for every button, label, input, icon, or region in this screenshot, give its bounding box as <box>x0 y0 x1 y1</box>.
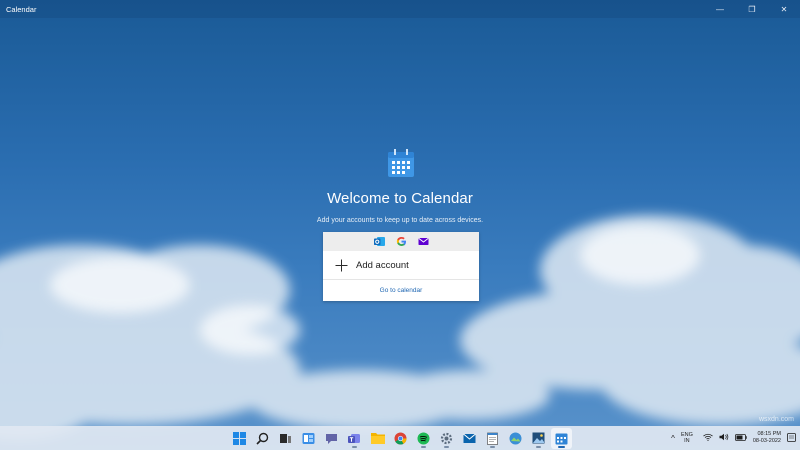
running-indicator <box>352 445 357 448</box>
minimize-button[interactable]: — <box>704 0 736 18</box>
chrome-icon[interactable] <box>390 428 411 449</box>
mail-icon[interactable] <box>459 428 480 449</box>
file-explorer-icon[interactable] <box>367 428 388 449</box>
window-controls: — ❐ ✕ <box>704 0 800 18</box>
taskbar-apps <box>229 426 572 450</box>
volume-icon[interactable] <box>719 433 729 443</box>
windows-start-icon[interactable] <box>229 428 250 449</box>
window-title: Calendar <box>6 4 37 14</box>
calendar-app-icon <box>387 148 415 178</box>
system-tray: ^ ENG IN 08:15 PM 08-03-2022 <box>671 426 800 450</box>
title-bar: Calendar — ❐ ✕ <box>0 0 800 18</box>
task-view-icon[interactable] <box>275 428 296 449</box>
wifi-icon[interactable] <box>703 433 713 443</box>
teams-icon[interactable] <box>344 428 365 449</box>
running-indicator <box>536 445 541 448</box>
close-button[interactable]: ✕ <box>768 0 800 18</box>
notification-icon[interactable] <box>787 432 796 444</box>
yahoo-mail-icon <box>417 236 429 248</box>
widgets-icon[interactable] <box>298 428 319 449</box>
search-icon[interactable] <box>252 428 273 449</box>
add-account-card: Add account Go to calendar <box>323 232 479 301</box>
show-hidden-icons-chevron-icon[interactable]: ^ <box>671 434 675 443</box>
cloud-background <box>0 215 800 440</box>
running-indicator <box>421 445 426 448</box>
chat-icon[interactable] <box>321 428 342 449</box>
clock[interactable]: 08:15 PM 08-03-2022 <box>753 431 781 445</box>
image-viewer-icon[interactable] <box>528 428 549 449</box>
add-account-button[interactable]: Add account <box>323 251 479 280</box>
language-indicator[interactable]: ENG IN <box>681 432 693 444</box>
plus-icon <box>332 259 350 272</box>
welcome-heading: Welcome to Calendar <box>327 190 473 207</box>
watermark: wsxdn.com <box>758 416 794 423</box>
spotify-icon[interactable] <box>413 428 434 449</box>
region-code: IN <box>684 438 690 444</box>
notepad-icon[interactable] <box>482 428 503 449</box>
maximize-button[interactable]: ❐ <box>736 0 768 18</box>
running-indicator <box>490 445 495 448</box>
outlook-icon <box>373 236 385 248</box>
add-account-label: Add account <box>356 259 409 271</box>
settings-icon[interactable] <box>436 428 457 449</box>
clock-time: 08:15 PM <box>757 431 781 437</box>
calendar-icon[interactable] <box>551 427 572 449</box>
running-indicator <box>444 445 449 448</box>
welcome-subtitle: Add your accounts to keep up to date acr… <box>316 217 484 224</box>
provider-icons <box>323 232 479 251</box>
running-indicator <box>558 445 565 448</box>
clock-date: 08-03-2022 <box>752 438 781 444</box>
go-to-calendar-link[interactable]: Go to calendar <box>323 280 479 300</box>
battery-icon[interactable] <box>734 433 747 443</box>
taskbar: ^ ENG IN 08:15 PM 08-03-2022 <box>0 426 800 450</box>
google-icon <box>395 236 407 248</box>
photos-icon[interactable] <box>505 428 526 449</box>
